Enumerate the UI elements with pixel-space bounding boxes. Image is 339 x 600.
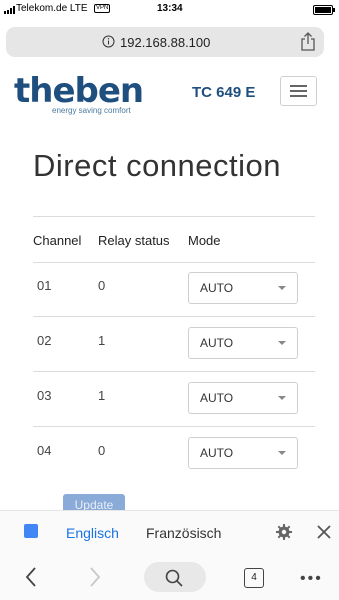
gear-icon[interactable] (275, 523, 293, 541)
device-model: TC 649 E (192, 84, 256, 101)
carrier-name: Telekom.de LTE (16, 3, 88, 14)
translate-bar: Englisch Französisch (0, 510, 339, 557)
target-language[interactable]: Französisch (146, 525, 221, 541)
browser-toolbar: 4 ••• (0, 556, 339, 600)
column-header-mode: Mode (188, 233, 221, 248)
relay-cell: 0 (98, 278, 106, 293)
channel-cell: 02 (37, 333, 52, 348)
column-header-channel: Channel (33, 233, 82, 248)
clock: 13:34 (157, 3, 183, 14)
channel-cell: 04 (37, 443, 52, 458)
divider (33, 371, 315, 372)
status-bar: Telekom.de LTE VPN 13:34 (0, 0, 339, 22)
forward-icon[interactable] (88, 566, 102, 588)
table-row: 01 0 AUTO (0, 272, 339, 328)
relay-cell: 0 (98, 443, 106, 458)
table-row: 03 1 AUTO (0, 382, 339, 438)
search-button[interactable] (144, 562, 206, 592)
more-icon[interactable]: ••• (300, 570, 323, 588)
info-icon (102, 35, 115, 48)
theben-logo[interactable]: theben energy saving comfort (14, 74, 144, 115)
table-row: 02 1 AUTO (0, 327, 339, 383)
source-language[interactable]: Englisch (66, 525, 119, 541)
relay-cell: 1 (98, 333, 106, 348)
share-icon[interactable] (300, 32, 316, 51)
chevron-down-icon (278, 451, 286, 455)
chevron-down-icon (278, 396, 286, 400)
url-text: 192.168.88.100 (120, 35, 211, 50)
divider (33, 426, 315, 427)
google-translate-icon (24, 524, 38, 538)
vpn-badge: VPN (94, 4, 111, 13)
mode-select[interactable]: AUTO (188, 272, 298, 304)
search-icon (165, 569, 183, 587)
menu-button[interactable] (280, 76, 317, 106)
column-header-relay: Relay status (98, 233, 170, 248)
channel-cell: 01 (37, 278, 52, 293)
divider (33, 262, 315, 263)
relay-cell: 1 (98, 388, 106, 403)
mode-select[interactable]: AUTO (188, 437, 298, 469)
divider (33, 316, 315, 317)
tabs-button[interactable]: 4 (244, 568, 264, 588)
mode-select[interactable]: AUTO (188, 327, 298, 359)
divider (33, 216, 315, 217)
battery-icon (313, 5, 335, 15)
chevron-down-icon (278, 286, 286, 290)
channel-cell: 03 (37, 388, 52, 403)
address-bar[interactable]: 192.168.88.100 (6, 27, 324, 57)
back-icon[interactable] (24, 566, 38, 588)
signal-icon (4, 6, 15, 14)
mode-select[interactable]: AUTO (188, 382, 298, 414)
page-title: Direct connection (33, 148, 282, 183)
close-icon[interactable] (315, 523, 333, 541)
table-row: 04 0 AUTO (0, 437, 339, 493)
chevron-down-icon (278, 341, 286, 345)
